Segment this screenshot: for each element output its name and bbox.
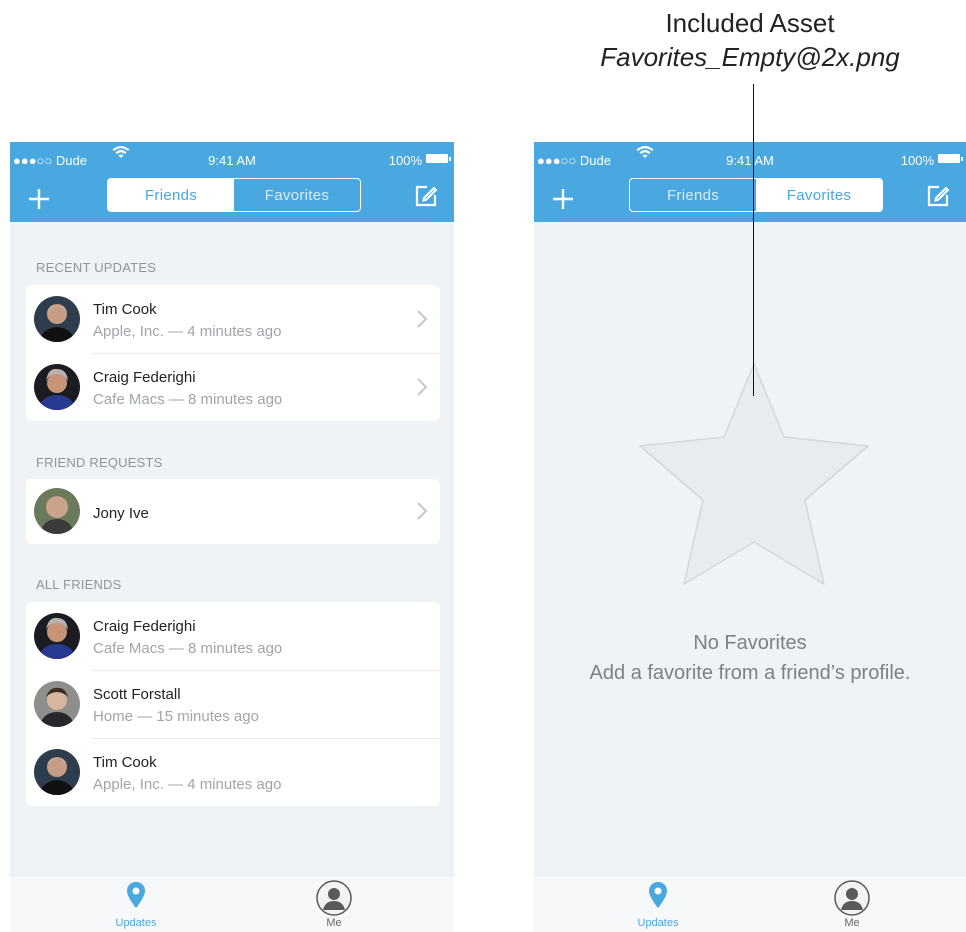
tab-me[interactable]: Me xyxy=(812,880,892,929)
list-item[interactable]: Tim Cook Apple, Inc. — 4 minutes ago xyxy=(26,285,440,353)
avatar xyxy=(34,613,80,659)
empty-state-subtitle: Add a favorite from a friend’s profile. xyxy=(589,662,911,684)
chevron-right-icon xyxy=(417,378,428,396)
status-bar: ●●●○○ Dude 9:41 AM 100% xyxy=(10,142,454,178)
friend-requests-card: Jony Ive xyxy=(26,479,440,544)
annotation-asset-name: Favorites_Empty@2x.png xyxy=(600,42,900,72)
avatar xyxy=(34,488,80,534)
friends-favorites-segmented-control: Friends Favorites xyxy=(107,178,361,212)
compose-icon xyxy=(415,185,438,207)
tab-bar: Updates Me xyxy=(534,875,966,932)
empty-state-title: No Favorites xyxy=(693,632,807,654)
tab-updates-label: Updates xyxy=(115,917,157,929)
add-friend-button[interactable] xyxy=(548,182,578,216)
status-bar: ●●●○○ Dude 9:41 AM 100% xyxy=(534,142,966,178)
compose-icon xyxy=(927,185,950,207)
friend-name: Craig Federighi xyxy=(93,618,196,635)
battery-icon xyxy=(938,154,963,163)
segment-friends[interactable]: Friends xyxy=(630,179,756,211)
compose-button[interactable] xyxy=(414,184,442,212)
profile-icon xyxy=(316,880,352,916)
friend-name: Scott Forstall xyxy=(93,686,181,703)
avatar xyxy=(34,681,80,727)
phone-screen-friends: ●●●○○ Dude 9:41 AM 100% Friends Favorite… xyxy=(10,142,454,932)
map-pin-icon xyxy=(127,882,145,908)
tab-updates-label: Updates xyxy=(637,917,679,929)
tab-updates[interactable]: Updates xyxy=(618,880,698,929)
avatar xyxy=(34,749,80,795)
friend-status: Cafe Macs — 8 minutes ago xyxy=(93,391,283,408)
all-friends-card: Craig Federighi Cafe Macs — 8 minutes ag… xyxy=(26,602,440,806)
recent-updates-card: Tim Cook Apple, Inc. — 4 minutes ago Cra… xyxy=(26,285,440,421)
nav-bar: Friends Favorites xyxy=(10,178,454,222)
section-header-friend-requests: FRIEND REQUESTS xyxy=(36,455,163,470)
friend-status: Home — 15 minutes ago xyxy=(93,708,259,725)
plus-icon xyxy=(553,189,573,209)
friend-name: Tim Cook xyxy=(93,301,157,318)
chevron-right-icon xyxy=(417,310,428,328)
chevron-right-icon xyxy=(417,502,428,520)
nav-bar: Friends Favorites xyxy=(534,178,966,222)
friend-name: Craig Federighi xyxy=(93,369,196,386)
callout-line xyxy=(753,84,754,396)
tab-me-label: Me xyxy=(326,917,342,929)
asset-annotation: Included Asset Favorites_Empty@2x.png xyxy=(560,6,940,74)
friends-favorites-segmented-control: Friends Favorites xyxy=(629,178,883,212)
segment-favorites[interactable]: Favorites xyxy=(234,179,360,211)
friend-status: Apple, Inc. — 4 minutes ago xyxy=(93,323,282,340)
updates-list: RECENT UPDATES Tim Cook Apple, Inc. — 4 … xyxy=(10,222,454,876)
list-item[interactable]: Tim Cook Apple, Inc. — 4 minutes ago xyxy=(26,738,440,806)
battery-icon xyxy=(426,154,451,163)
list-item[interactable]: Jony Ive xyxy=(26,479,440,544)
tab-updates[interactable]: Updates xyxy=(96,880,176,929)
phone-screen-favorites-empty: ●●●○○ Dude 9:41 AM 100% Friends Favorite… xyxy=(534,142,966,932)
friend-status: Cafe Macs — 8 minutes ago xyxy=(93,640,283,657)
friend-status: Apple, Inc. — 4 minutes ago xyxy=(93,776,282,793)
add-friend-button[interactable] xyxy=(24,182,54,216)
avatar xyxy=(34,364,80,410)
annotation-title: Included Asset xyxy=(665,8,835,38)
compose-button[interactable] xyxy=(926,184,954,212)
tab-bar: Updates Me xyxy=(10,875,454,932)
tab-me[interactable]: Me xyxy=(294,880,374,929)
segment-friends[interactable]: Friends xyxy=(108,179,234,211)
friend-name: Tim Cook xyxy=(93,754,157,771)
map-pin-icon xyxy=(649,882,667,908)
battery-percent: 100% xyxy=(900,153,934,168)
star-icon xyxy=(639,363,869,585)
plus-icon xyxy=(29,189,49,209)
tab-me-label: Me xyxy=(844,917,860,929)
section-header-all-friends: ALL FRIENDS xyxy=(36,577,122,592)
avatar xyxy=(34,296,80,342)
list-item[interactable]: Scott Forstall Home — 15 minutes ago xyxy=(26,670,440,738)
section-header-recent: RECENT UPDATES xyxy=(36,260,157,275)
segment-favorites[interactable]: Favorites xyxy=(756,179,882,211)
status-time: 9:41 AM xyxy=(208,153,256,168)
list-item[interactable]: Craig Federighi Cafe Macs — 8 minutes ag… xyxy=(26,353,440,421)
list-item[interactable]: Craig Federighi Cafe Macs — 8 minutes ag… xyxy=(26,602,440,670)
battery-percent: 100% xyxy=(388,153,422,168)
profile-icon xyxy=(834,880,870,916)
friend-name: Jony Ive xyxy=(93,505,149,522)
